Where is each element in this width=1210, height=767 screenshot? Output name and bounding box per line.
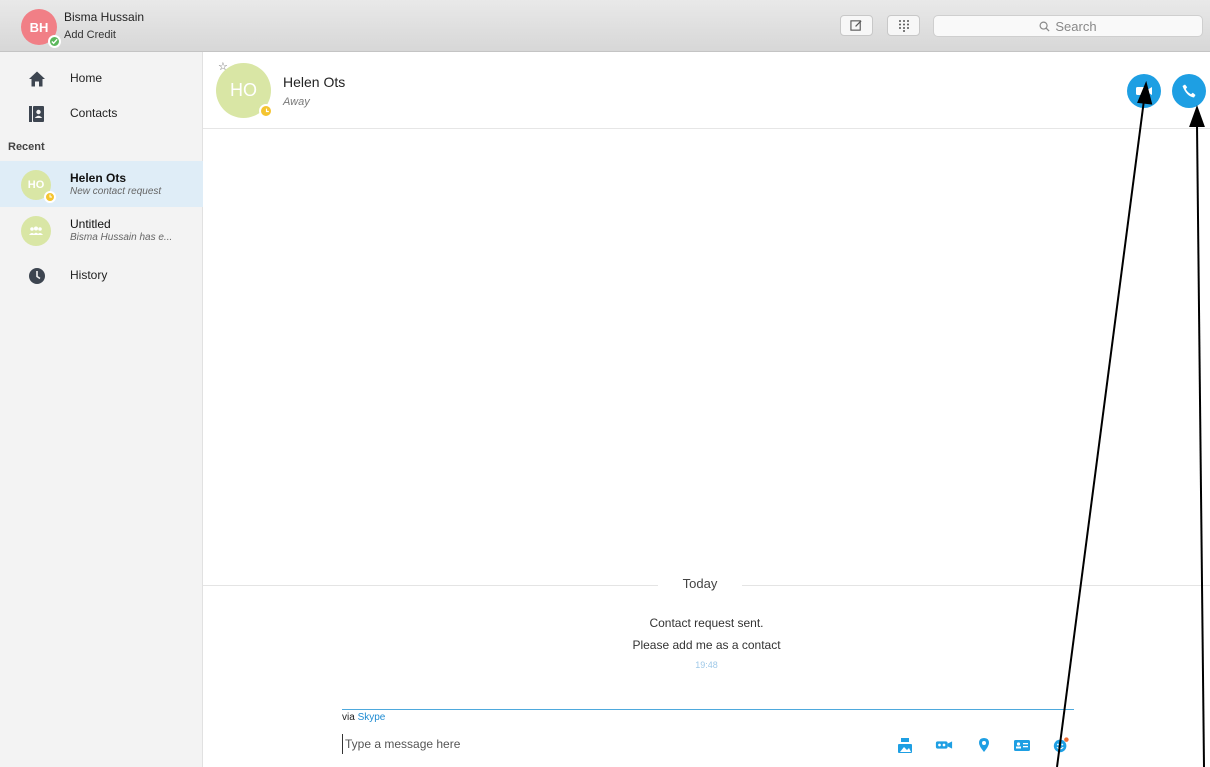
emoticon-button[interactable]: [1052, 736, 1070, 754]
recent-item-untitled[interactable]: Untitled Bisma Hussain has e...: [0, 207, 203, 253]
recent-item-title: Helen Ots: [70, 171, 127, 185]
dialpad-button[interactable]: [887, 15, 920, 36]
sidebar-item-home[interactable]: Home: [0, 64, 203, 94]
profile-avatar[interactable]: BH: [21, 9, 61, 48]
video-message-button[interactable]: [935, 736, 953, 754]
location-icon: [979, 738, 989, 752]
video-call-button[interactable]: [1127, 74, 1161, 108]
recent-item-helen-ots[interactable]: HO Helen Ots New contact request: [0, 161, 203, 207]
day-separator: Today: [682, 576, 718, 591]
search-box[interactable]: Search: [933, 15, 1203, 37]
contact-card-icon: [1014, 739, 1030, 751]
online-status-icon: [48, 35, 61, 48]
recent-heading: Recent: [8, 141, 45, 153]
group-avatar: [21, 216, 51, 246]
dialpad-icon: [898, 20, 909, 32]
message-text: Contact request sent.: [649, 616, 764, 630]
sidebar: Home Contacts Recent HO Helen Ots New co…: [0, 52, 203, 767]
compose-icon: [850, 20, 862, 31]
video-message-icon: [935, 741, 953, 749]
away-status-icon: [44, 191, 56, 203]
recent-item-subtitle: New contact request: [70, 186, 162, 197]
contact-initials: HO: [230, 80, 257, 100]
message-timestamp: 19:48: [695, 660, 718, 670]
search-placeholder: Search: [1055, 18, 1097, 34]
sidebar-item-contacts[interactable]: Contacts: [0, 99, 203, 129]
divider-left: [203, 585, 658, 586]
via-indicator: via Skype: [342, 712, 385, 723]
profile-initials: BH: [29, 19, 49, 35]
message-input[interactable]: [342, 734, 865, 754]
composer-divider: [342, 709, 1074, 710]
top-bar: BH Bisma Hussain Add Credit Search: [0, 0, 1210, 52]
divider-right: [742, 585, 1210, 586]
contact-avatar[interactable]: HO: [216, 63, 273, 118]
send-contact-button[interactable]: [1013, 736, 1031, 754]
send-image-button[interactable]: [896, 736, 914, 754]
contact-status: Away: [283, 96, 310, 108]
add-credit-link[interactable]: Add Credit: [64, 29, 116, 41]
history-icon: [29, 268, 45, 284]
annotation-arrow-line: [1196, 124, 1205, 767]
emoticon-icon: [1053, 737, 1069, 753]
home-icon: [29, 71, 45, 87]
sidebar-item-label: Home: [70, 71, 103, 85]
profile-name[interactable]: Bisma Hussain: [64, 10, 144, 24]
via-service-link[interactable]: Skype: [358, 712, 386, 723]
sidebar-item-label: History: [70, 268, 108, 282]
away-status-icon: [259, 104, 273, 118]
recent-item-subtitle: Bisma Hussain has e...: [70, 232, 173, 243]
search-icon: [1039, 21, 1050, 32]
conversation-header: ☆ HO Helen Ots Away: [203, 52, 1210, 129]
audio-call-button[interactable]: [1172, 74, 1206, 108]
image-icon: [898, 737, 912, 753]
send-location-button[interactable]: [975, 736, 993, 754]
avatar: HO: [21, 170, 56, 203]
avatar-initials: HO: [27, 179, 45, 191]
sidebar-item-label: Contacts: [70, 106, 118, 120]
phone-icon: [1182, 84, 1196, 98]
video-camera-icon: [1136, 87, 1152, 95]
recent-item-title: Untitled: [70, 217, 111, 231]
contact-name: Helen Ots: [283, 74, 346, 90]
via-prefix: via: [342, 712, 355, 723]
compose-button[interactable]: [840, 15, 873, 36]
contacts-icon: [29, 106, 44, 122]
sidebar-item-history[interactable]: History: [0, 261, 203, 291]
message-text: Please add me as a contact: [632, 638, 781, 652]
group-icon: [29, 226, 43, 235]
